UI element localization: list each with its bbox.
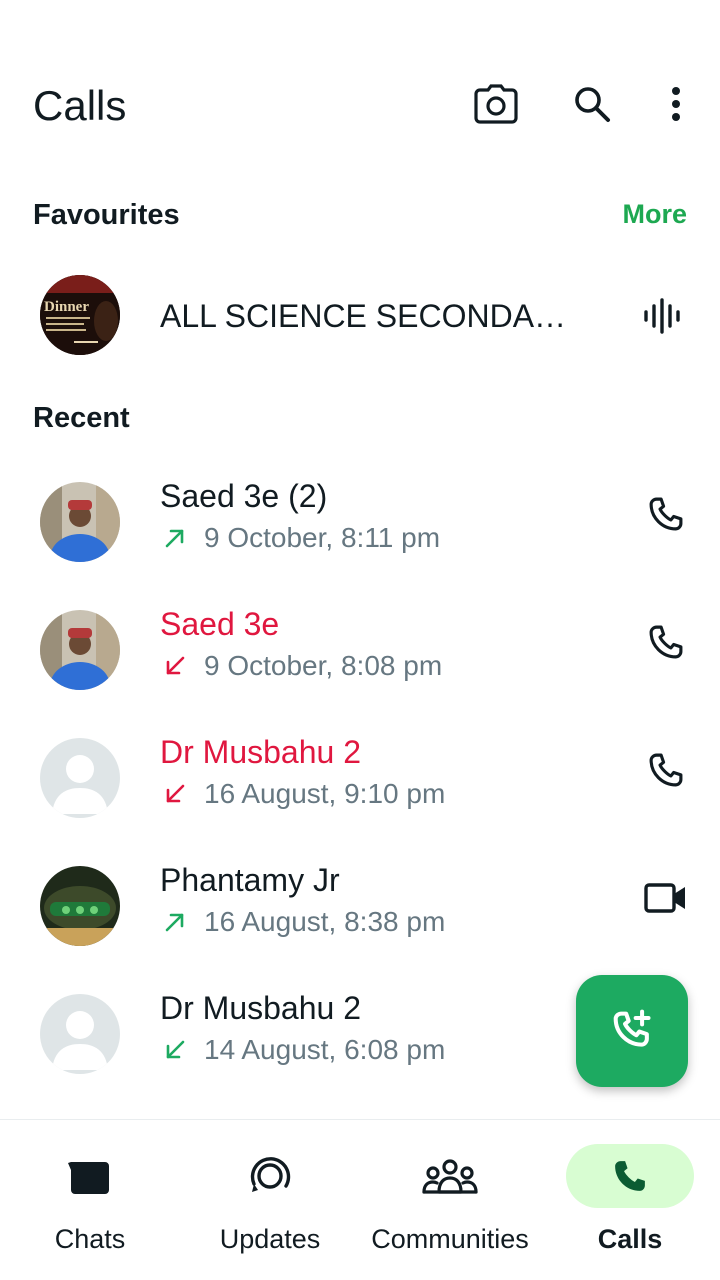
call-time: 16 August, 8:38 pm bbox=[204, 906, 446, 937]
top-app-bar: Calls bbox=[0, 0, 720, 160]
call-log-row[interactable]: Phantamy Jr 16 August, 8:38 pm bbox=[0, 842, 720, 970]
call-meta: 16 August, 8:38 pm bbox=[160, 906, 445, 938]
caller-name: Dr Musbahu 2 bbox=[160, 990, 361, 1026]
nav-label: Calls bbox=[597, 1224, 663, 1254]
favourites-heading: Favourites bbox=[33, 199, 180, 231]
avatar bbox=[40, 482, 120, 562]
call-meta: 14 August, 6:08 pm bbox=[160, 1034, 445, 1066]
voice-call-waveform-icon[interactable] bbox=[642, 298, 686, 334]
nav-updates[interactable]: Updates bbox=[180, 1120, 360, 1280]
outgoing-arrow-icon bbox=[160, 523, 190, 553]
page-title: Calls bbox=[33, 82, 127, 129]
missed-incoming-arrow-icon bbox=[160, 779, 190, 809]
chat-icon bbox=[26, 1144, 154, 1208]
call-meta: 16 August, 9:10 pm bbox=[160, 778, 445, 810]
caller-name: Saed 3e bbox=[160, 606, 280, 642]
call-time: 14 August, 6:08 pm bbox=[204, 1034, 446, 1065]
call-time: 16 August, 9:10 pm bbox=[204, 778, 446, 809]
missed-incoming-arrow-icon bbox=[160, 651, 190, 681]
voice-call-icon[interactable] bbox=[640, 616, 692, 668]
favourite-item[interactable]: Dinner ALL SCIENCE SECONDARY... bbox=[0, 262, 720, 370]
caller-name: Saed 3e (2) bbox=[160, 478, 328, 514]
bottom-navigation: Chats Updates Communities Calls bbox=[0, 1119, 720, 1280]
video-call-icon[interactable] bbox=[640, 872, 692, 924]
call-log-row[interactable]: Dr Musbahu 2 16 August, 9:10 pm bbox=[0, 714, 720, 842]
add-call-icon bbox=[610, 1007, 654, 1056]
call-time: 9 October, 8:11 pm bbox=[204, 522, 441, 553]
avatar bbox=[40, 610, 120, 690]
call-log-row[interactable]: Saed 3e (2) 9 October, 8:11 pm bbox=[0, 458, 720, 586]
voice-call-icon[interactable] bbox=[640, 744, 692, 796]
camera-icon[interactable] bbox=[472, 80, 520, 128]
nav-label: Communities bbox=[371, 1224, 529, 1254]
caller-name: Dr Musbahu 2 bbox=[160, 734, 361, 770]
default-avatar-icon bbox=[40, 738, 120, 818]
recent-heading: Recent bbox=[33, 402, 130, 434]
updates-icon bbox=[206, 1144, 334, 1208]
favourite-name: ALL SCIENCE SECONDARY... bbox=[160, 298, 580, 334]
incoming-arrow-icon bbox=[160, 1035, 190, 1065]
call-time: 9 October, 8:08 pm bbox=[204, 650, 443, 681]
search-icon[interactable] bbox=[568, 80, 616, 128]
more-options-icon[interactable] bbox=[652, 80, 700, 128]
avatar: Dinner bbox=[40, 275, 120, 355]
caller-name: Phantamy Jr bbox=[160, 862, 340, 898]
default-avatar-icon bbox=[40, 994, 120, 1074]
more-favourites-link[interactable]: More bbox=[622, 199, 687, 230]
call-meta: 9 October, 8:11 pm bbox=[160, 522, 440, 554]
nav-label: Chats bbox=[54, 1224, 126, 1254]
nav-chats[interactable]: Chats bbox=[0, 1120, 180, 1280]
communities-icon bbox=[386, 1144, 514, 1208]
avatar bbox=[40, 866, 120, 946]
call-log-row[interactable]: Saed 3e 9 October, 8:08 pm bbox=[0, 586, 720, 714]
new-call-button[interactable] bbox=[576, 975, 688, 1087]
nav-calls[interactable]: Calls bbox=[540, 1120, 720, 1280]
avatar-text: Dinner bbox=[44, 299, 89, 315]
nav-label: Updates bbox=[219, 1224, 321, 1254]
outgoing-arrow-icon bbox=[160, 907, 190, 937]
call-meta: 9 October, 8:08 pm bbox=[160, 650, 442, 682]
phone-icon bbox=[566, 1144, 694, 1208]
nav-communities[interactable]: Communities bbox=[360, 1120, 540, 1280]
voice-call-icon[interactable] bbox=[640, 488, 692, 540]
